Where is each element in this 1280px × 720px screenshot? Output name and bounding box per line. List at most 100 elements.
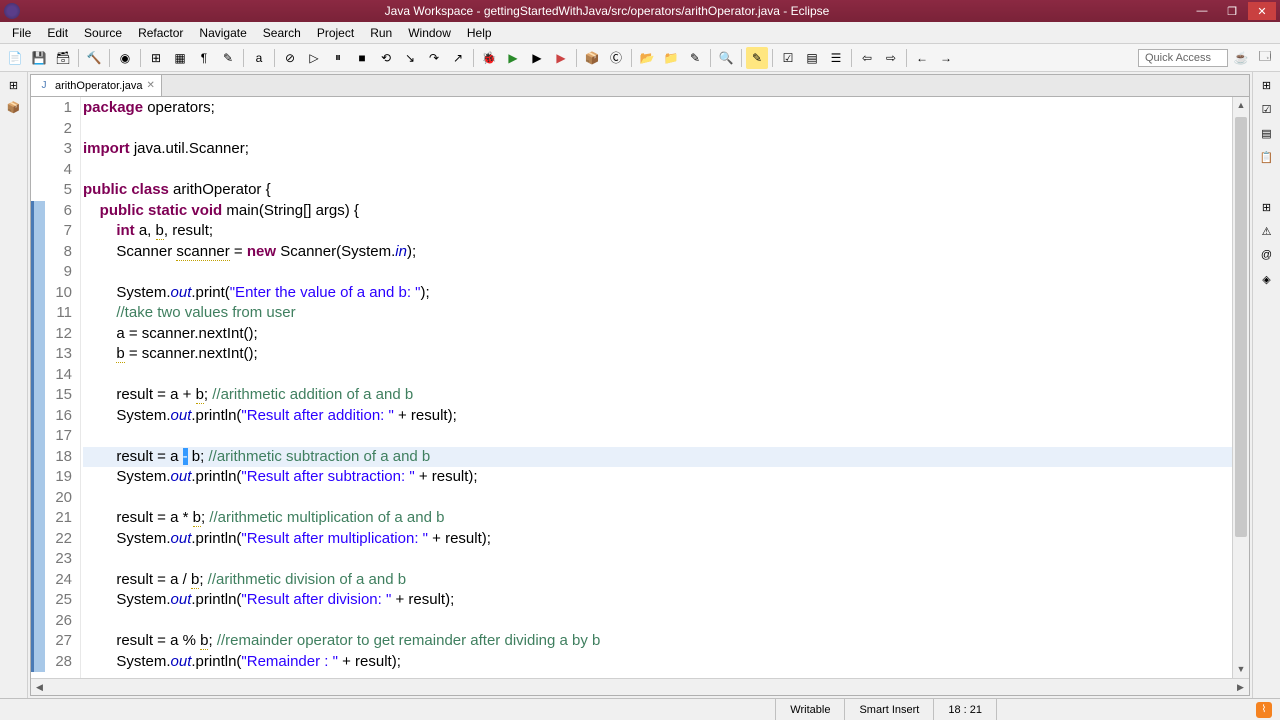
code-line[interactable]: result = a * b; //arithmetic multiplicat… [83,508,1232,529]
code-content[interactable]: package operators; import java.util.Scann… [81,97,1232,678]
close-icon[interactable]: ✕ [146,80,154,91]
step-into-icon[interactable]: ↘ [399,47,421,69]
forward-icon[interactable]: → [935,47,957,69]
maximize-button[interactable]: ❐ [1218,2,1246,20]
open-folder-icon[interactable]: 📁 [660,47,682,69]
scroll-up-icon[interactable]: ▲ [1233,97,1249,114]
search-icon[interactable]: 🔍 [715,47,737,69]
code-line[interactable] [83,262,1232,283]
code-line[interactable] [83,549,1232,570]
scroll-thumb[interactable] [1235,117,1247,537]
perspective-resource-icon[interactable]: 🗔 [1254,47,1276,69]
code-line[interactable] [83,160,1232,181]
tab-active[interactable]: J arithOperator.java ✕ [31,75,162,96]
code-line[interactable]: System.out.println("Result after additio… [83,406,1232,427]
new-icon[interactable]: 📄 [4,47,26,69]
code-line[interactable]: public static void main(String[] args) { [83,201,1232,222]
menu-source[interactable]: Source [76,24,130,42]
code-line[interactable]: public class arithOperator { [83,180,1232,201]
menu-help[interactable]: Help [459,24,500,42]
prev-ann-icon[interactable]: ⇦ [856,47,878,69]
step-over-icon[interactable]: ↷ [423,47,445,69]
toggle-comment-icon[interactable]: ⊞ [145,47,167,69]
code-line[interactable]: System.out.println("Remainder : " + resu… [83,652,1232,673]
mark-icon[interactable]: ✎ [217,47,239,69]
code-line[interactable]: package operators; [83,98,1232,119]
problems-icon[interactable]: ⚠ [1258,222,1276,240]
code-line[interactable]: b = scanner.nextInt(); [83,344,1232,365]
tasks-icon[interactable]: ☑ [1258,100,1276,118]
code-line[interactable] [83,119,1232,140]
code-line[interactable]: a = scanner.nextInt(); [83,324,1232,345]
save-all-icon[interactable]: 🗃 [52,47,74,69]
code-line[interactable] [83,611,1232,632]
bookmarks-icon[interactable]: 📋 [1258,148,1276,166]
code-line[interactable]: result = a % b; //remainder operator to … [83,631,1232,652]
step-return-icon[interactable]: ↗ [447,47,469,69]
code-line[interactable]: result = a + b; //arithmetic addition of… [83,385,1232,406]
disconnect-icon[interactable]: ⟲ [375,47,397,69]
code-line[interactable]: Scanner scanner = new Scanner(System.in)… [83,242,1232,263]
menu-project[interactable]: Project [309,24,362,42]
annotation-icon[interactable]: a [248,47,270,69]
new-pkg-icon[interactable]: 📦 [581,47,603,69]
scroll-right-icon[interactable]: ▶ [1232,679,1249,695]
code-line[interactable]: System.out.println("Result after subtrac… [83,467,1232,488]
code-line[interactable]: result = a - b; //arithmetic subtraction… [83,447,1232,468]
open-proj-icon[interactable]: 📂 [636,47,658,69]
menu-navigate[interactable]: Navigate [191,24,254,42]
scroll-down-icon[interactable]: ▼ [1233,661,1249,678]
code-line[interactable]: import java.util.Scanner; [83,139,1232,160]
show-ws-icon[interactable]: ¶ [193,47,215,69]
next-ann-icon[interactable]: ⇨ [880,47,902,69]
suspend-icon[interactable]: ⏸ [327,47,349,69]
outline-icon[interactable]: ▤ [801,47,823,69]
code-line[interactable]: System.out.print("Enter the value of a a… [83,283,1232,304]
menu-file[interactable]: File [4,24,39,42]
back-icon[interactable]: ← [911,47,933,69]
scroll-left-icon[interactable]: ◀ [31,679,48,695]
menu-refactor[interactable]: Refactor [130,24,191,42]
vertical-scrollbar[interactable]: ▲ ▼ [1232,97,1249,678]
outline2-icon[interactable]: ▤ [1258,124,1276,142]
menu-run[interactable]: Run [362,24,400,42]
rss-icon[interactable]: ⌇ [1256,702,1272,718]
close-button[interactable]: ✕ [1248,2,1276,20]
menu-edit[interactable]: Edit [39,24,76,42]
edit-icon[interactable]: ✎ [684,47,706,69]
package-explorer-icon[interactable]: 📦 [5,98,23,116]
horizontal-scrollbar[interactable]: ◀ ▶ [31,678,1249,695]
build-icon[interactable]: 🔨 [83,47,105,69]
skip-bp-icon[interactable]: ⊘ [279,47,301,69]
open-type-icon[interactable]: ◉ [114,47,136,69]
menu-search[interactable]: Search [255,24,309,42]
highlight-icon[interactable]: ✎ [746,47,768,69]
coverage-icon[interactable]: ▶ [526,47,548,69]
terminate-icon[interactable]: ■ [351,47,373,69]
quick-access[interactable]: Quick Access [1138,49,1228,67]
code-line[interactable] [83,488,1232,509]
code-area[interactable]: 1234567891011121314151617181920212223242… [31,97,1249,678]
code-line[interactable]: System.out.println("Result after divisio… [83,590,1232,611]
run-icon[interactable]: ▶ [502,47,524,69]
declaration-icon[interactable]: ◈ [1258,270,1276,288]
resume-icon[interactable]: ▷ [303,47,325,69]
code-line[interactable]: //take two values from user [83,303,1232,324]
ext-tools-icon[interactable]: ▶ [550,47,572,69]
restore-icon[interactable]: ⊞ [5,76,23,94]
menu-window[interactable]: Window [400,24,459,42]
restore-right-icon[interactable]: ⊞ [1258,76,1276,94]
debug-icon[interactable]: 🐞 [478,47,500,69]
code-line[interactable]: System.out.println("Result after multipl… [83,529,1232,550]
new-class-icon[interactable]: Ⓒ [605,47,627,69]
code-line[interactable] [83,365,1232,386]
code-line[interactable]: result = a / b; //arithmetic division of… [83,570,1232,591]
block-sel-icon[interactable]: ▦ [169,47,191,69]
code-line[interactable]: int a, b, result; [83,221,1232,242]
save-icon[interactable]: 💾 [28,47,50,69]
restore-right2-icon[interactable]: ⊞ [1258,198,1276,216]
perspective-java-icon[interactable]: ☕ [1230,47,1252,69]
hierarchy-icon[interactable]: ☰ [825,47,847,69]
todo-icon[interactable]: ☑ [777,47,799,69]
javadoc-icon[interactable]: @ [1258,246,1276,264]
